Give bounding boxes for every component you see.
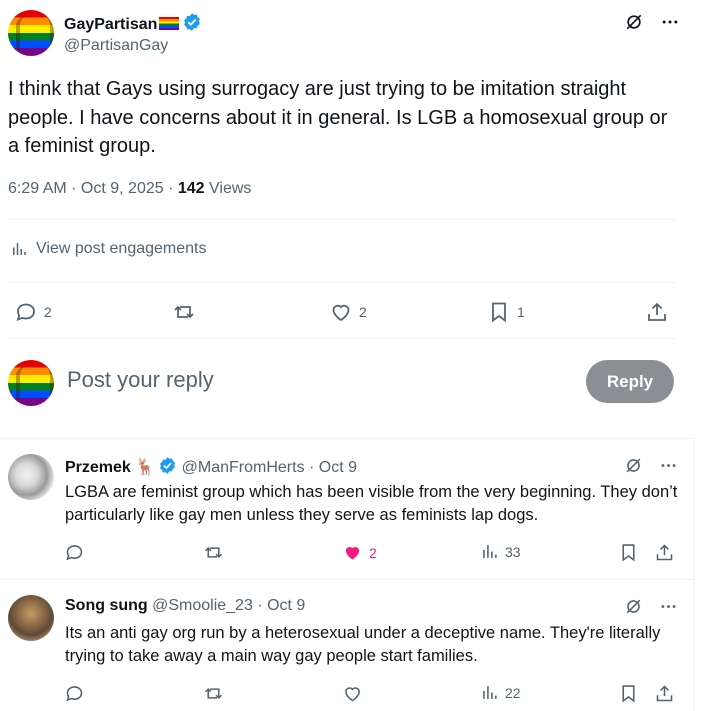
post-top-actions [624, 12, 680, 32]
like-action[interactable] [342, 683, 363, 704]
divider [0, 579, 694, 580]
reply-header: Song sung @Smoolie_23 · Oct 9 [65, 597, 305, 615]
reply-count: 2 [44, 304, 52, 320]
repost-icon [174, 305, 194, 319]
reply-author-handle[interactable]: @Smoolie_23 [152, 597, 253, 614]
repost-action[interactable] [203, 683, 224, 704]
analytics-icon [483, 545, 497, 558]
repost-action[interactable] [172, 300, 196, 324]
reply-action[interactable] [64, 683, 85, 704]
like-count: 2 [359, 304, 367, 320]
grok-icon[interactable] [624, 597, 643, 616]
post-text: I think that Gays using surrogacy are ju… [8, 78, 668, 157]
reply-top-actions [624, 597, 678, 616]
share-action[interactable] [645, 300, 669, 324]
reply-author-avatar[interactable] [8, 454, 54, 500]
bookmark-count: 1 [517, 304, 525, 320]
divider [8, 338, 676, 339]
more-options-icon[interactable] [660, 12, 680, 32]
share-action[interactable] [654, 683, 675, 704]
reply-date[interactable]: · Oct 9 [257, 597, 305, 614]
views-action[interactable]: 33 [480, 542, 521, 561]
heart-icon [332, 304, 350, 322]
share-action[interactable] [654, 542, 675, 563]
reply-icon [66, 686, 83, 702]
post-metadata: 6:29 AM · Oct 9, 2025 · 142 Views [8, 180, 251, 198]
divider [8, 219, 676, 220]
bookmark-icon [622, 685, 635, 703]
reply-text: Its an anti gay org run by a heterosexua… [65, 624, 661, 665]
reply-input[interactable]: Post your reply [67, 367, 214, 393]
bookmark-action[interactable] [618, 542, 639, 563]
author-handle[interactable]: @PartisanGay [64, 37, 168, 55]
current-user-avatar[interactable] [8, 360, 54, 406]
reply-action[interactable]: 2 [14, 300, 52, 324]
column-border [693, 438, 694, 711]
author-name-row[interactable]: GayPartisan [64, 12, 202, 34]
heart-filled-icon [345, 547, 360, 560]
repost-action[interactable] [203, 542, 224, 563]
repost-icon [205, 547, 222, 558]
bookmark-action[interactable]: 1 [487, 300, 525, 324]
author-avatar[interactable] [8, 10, 54, 56]
reply-header: Przemek 🦌 @ManFromHerts · Oct 9 [65, 456, 357, 477]
view-engagements-link[interactable]: View post engagements [10, 240, 206, 258]
verified-badge-icon [160, 457, 176, 474]
views-count: 33 [505, 543, 521, 560]
verified-badge-icon [184, 13, 201, 31]
reply-author-name[interactable]: Przemek [65, 459, 131, 476]
repost-icon [205, 688, 222, 699]
analytics-icon [13, 243, 26, 255]
reply-top-actions [624, 456, 678, 475]
grok-icon[interactable] [624, 456, 643, 475]
more-options-icon[interactable] [659, 597, 678, 616]
reply-text: LGBA are feminist group which has been v… [65, 483, 678, 524]
reply-icon [66, 545, 83, 561]
reply-author-name[interactable]: Song sung [65, 597, 148, 614]
reply-date[interactable]: · Oct 9 [309, 459, 357, 476]
bookmark-action[interactable] [618, 683, 639, 704]
bookmark-icon [622, 544, 635, 562]
like-action[interactable]: 2 [329, 300, 367, 324]
divider [0, 438, 694, 439]
share-icon [656, 685, 673, 702]
reply-author-avatar[interactable] [8, 595, 54, 641]
grok-icon[interactable] [624, 12, 644, 32]
reply-author-handle[interactable]: @ManFromHerts [182, 459, 305, 476]
views-count: 142 [177, 180, 205, 197]
reply-button[interactable]: Reply [586, 360, 674, 403]
divider [8, 282, 676, 283]
post-timestamp[interactable]: 6:29 AM · Oct 9, 2025 · [8, 180, 178, 197]
reply-icon [16, 303, 35, 322]
deer-emoji: 🦌 [135, 459, 156, 476]
rainbow-flag-icon [159, 17, 180, 30]
view-engagements-label: View post engagements [36, 240, 207, 257]
share-icon [648, 302, 666, 321]
analytics-icon [483, 686, 497, 699]
views-count: 22 [505, 684, 521, 701]
like-count: 2 [369, 544, 377, 561]
bookmark-icon [492, 302, 506, 323]
views-action[interactable]: 22 [480, 683, 521, 702]
author-display-name[interactable]: GayPartisan [64, 16, 157, 33]
views-label: Views [204, 180, 252, 197]
more-options-icon[interactable] [659, 456, 678, 475]
share-icon [656, 544, 673, 561]
like-action-liked[interactable]: 2 [342, 542, 377, 563]
reply-action[interactable] [64, 542, 85, 563]
heart-icon [345, 687, 360, 702]
